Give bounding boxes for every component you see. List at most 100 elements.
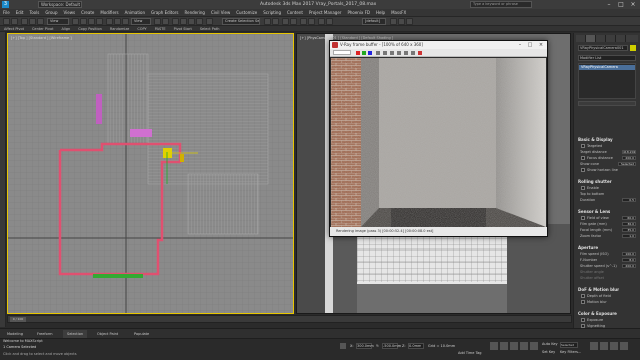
targeted-checkbox[interactable] — [581, 144, 585, 148]
show-cone-dropdown[interactable]: Selected — [618, 162, 636, 166]
clear-image-icon[interactable] — [390, 51, 394, 55]
menu-group[interactable]: Group — [42, 9, 60, 16]
fov-spinner[interactable]: 60.0 — [622, 216, 636, 220]
spinner-snap-icon[interactable] — [196, 18, 203, 25]
workspace-dropdown[interactable]: Workspace: Default — [38, 1, 82, 8]
curve-editor-icon[interactable] — [300, 18, 307, 25]
go-to-start-icon[interactable] — [490, 342, 498, 350]
close-icon[interactable]: × — [627, 0, 639, 9]
ribbon-align[interactable]: Align — [57, 26, 74, 31]
select-by-name-icon[interactable] — [80, 18, 87, 25]
undo-icon[interactable] — [3, 18, 10, 25]
duration-spinner[interactable]: 0.5 — [622, 198, 636, 202]
material-editor-icon[interactable] — [318, 18, 325, 25]
menu-tools[interactable]: Tools — [26, 9, 42, 16]
render-preset-dropdown[interactable]: [default] — [362, 18, 386, 25]
tab-populate[interactable]: Populate — [130, 330, 153, 338]
focus-distance-checkbox[interactable] — [581, 156, 585, 160]
show-horizon-checkbox[interactable] — [581, 168, 585, 172]
schematic-view-icon[interactable] — [308, 18, 315, 25]
camera-target[interactable] — [180, 154, 184, 162]
time-slider-thumb[interactable]: 0 / 100 — [10, 317, 26, 322]
vray-frame-buffer-window[interactable]: V-Ray frame buffer - [100% of 640 x 360]… — [329, 40, 548, 237]
render-icon[interactable] — [418, 51, 422, 55]
selection-filter-dropdown[interactable]: View — [47, 18, 69, 25]
link-icon[interactable] — [21, 18, 28, 25]
selection-region-icon[interactable] — [88, 18, 95, 25]
render-in-cloud-icon[interactable] — [406, 18, 413, 25]
menu-rendering[interactable]: Rendering — [182, 9, 208, 16]
menu-edit[interactable]: Edit — [13, 9, 27, 16]
fov-checkbox[interactable] — [581, 216, 585, 220]
add-time-tag-button[interactable]: Add Time Tag — [458, 351, 482, 355]
ribbon-affect-pivot[interactable]: Affect Pivot — [0, 26, 28, 31]
film-gate-spinner[interactable]: 36.0 — [622, 222, 636, 226]
scale-icon[interactable] — [122, 18, 129, 25]
auto-key-button[interactable]: Auto Key — [542, 342, 558, 346]
zoom-factor-spinner[interactable]: 1.0 — [622, 234, 636, 238]
pan-icon[interactable] — [600, 342, 608, 350]
orbit-icon[interactable] — [610, 342, 618, 350]
green-channel-icon[interactable] — [362, 51, 366, 55]
tab-modeling[interactable]: Modeling — [3, 330, 27, 338]
mirror-icon[interactable] — [264, 18, 271, 25]
minimize-icon[interactable]: – — [603, 0, 615, 9]
ribbon-randomize[interactable]: Randomize — [106, 26, 133, 31]
render-frame-window-icon[interactable] — [390, 18, 397, 25]
reference-coordinate-dropdown[interactable]: View — [131, 18, 151, 25]
shutter-direction-dropdown[interactable]: Top to bottom — [580, 192, 604, 196]
edit-named-selection-icon[interactable] — [206, 18, 213, 25]
previous-frame-icon[interactable] — [500, 342, 508, 350]
menu-views[interactable]: Views — [61, 9, 79, 16]
motion-tab-icon[interactable] — [606, 35, 616, 42]
redo-icon[interactable] — [11, 18, 18, 25]
modify-tab-icon[interactable] — [586, 35, 596, 42]
select-object-icon[interactable] — [72, 18, 79, 25]
scene-explorer-icon[interactable] — [282, 18, 289, 25]
blue-channel-icon[interactable] — [368, 51, 372, 55]
set-key-button[interactable]: Set Key — [542, 350, 555, 354]
maximize-icon[interactable]: □ — [615, 0, 627, 9]
menu-modifiers[interactable]: Modifiers — [97, 9, 121, 16]
align-icon[interactable] — [272, 18, 279, 25]
display-tab-icon[interactable] — [616, 35, 626, 42]
menu-content[interactable]: Content — [284, 9, 306, 16]
menu-graph-editors[interactable]: Graph Editors — [148, 9, 181, 16]
ribbon-copy-position[interactable]: Copy Position — [74, 26, 106, 31]
channel-dropdown[interactable] — [333, 50, 351, 55]
named-selection-dropdown[interactable]: Create Selection Se — [222, 18, 260, 25]
modifier-stack-item[interactable]: VRayPhysicalCamera — [579, 65, 635, 70]
time-slider[interactable]: 0 / 100 — [7, 315, 572, 323]
menu-file[interactable]: File — [0, 9, 13, 16]
play-icon[interactable] — [510, 342, 518, 350]
unlink-icon[interactable] — [29, 18, 36, 25]
zoom-icon[interactable] — [590, 342, 598, 350]
next-frame-icon[interactable] — [520, 342, 528, 350]
object-name-field[interactable]: VRayPhysicalCamera001 — [578, 45, 628, 51]
section-basic-display[interactable]: Basic & Display — [578, 137, 613, 142]
move-icon[interactable] — [106, 18, 113, 25]
percent-snap-icon[interactable] — [188, 18, 195, 25]
pivot-center-icon[interactable] — [154, 18, 161, 25]
fnumber-spinner[interactable]: 8.0 — [622, 258, 636, 262]
section-aperture[interactable]: Aperture — [578, 245, 598, 250]
track-mouse-icon[interactable] — [397, 51, 401, 55]
lock-selection-icon[interactable] — [340, 343, 346, 349]
layer-explorer-icon[interactable] — [290, 18, 297, 25]
motion-blur-checkbox[interactable] — [581, 300, 585, 304]
menu-civil-view[interactable]: Civil View — [208, 9, 233, 16]
ipr-icon[interactable] — [411, 51, 415, 55]
section-color-exposure[interactable]: Color & Exposure — [578, 311, 617, 316]
utilities-tab-icon[interactable] — [626, 35, 636, 42]
ribbon-center-pivot[interactable]: Center Pivot — [28, 26, 57, 31]
dof-checkbox[interactable] — [581, 294, 585, 298]
section-rolling-shutter[interactable]: Rolling shutter — [578, 179, 612, 184]
menu-customize[interactable]: Customize — [233, 9, 260, 16]
top-viewport[interactable]: [+] [Top ] [Standard ] [Wireframe ] — [7, 33, 294, 314]
menu-phoenix-fd[interactable]: Phoenix FD — [344, 9, 373, 16]
focus-distance-spinner[interactable]: 200.0 — [622, 156, 636, 160]
render-image[interactable] — [331, 58, 546, 227]
section-dof-motion-blur[interactable]: DoF & Motion blur — [578, 287, 619, 292]
save-image-icon[interactable] — [376, 51, 380, 55]
maximize-viewport-icon[interactable] — [620, 342, 628, 350]
